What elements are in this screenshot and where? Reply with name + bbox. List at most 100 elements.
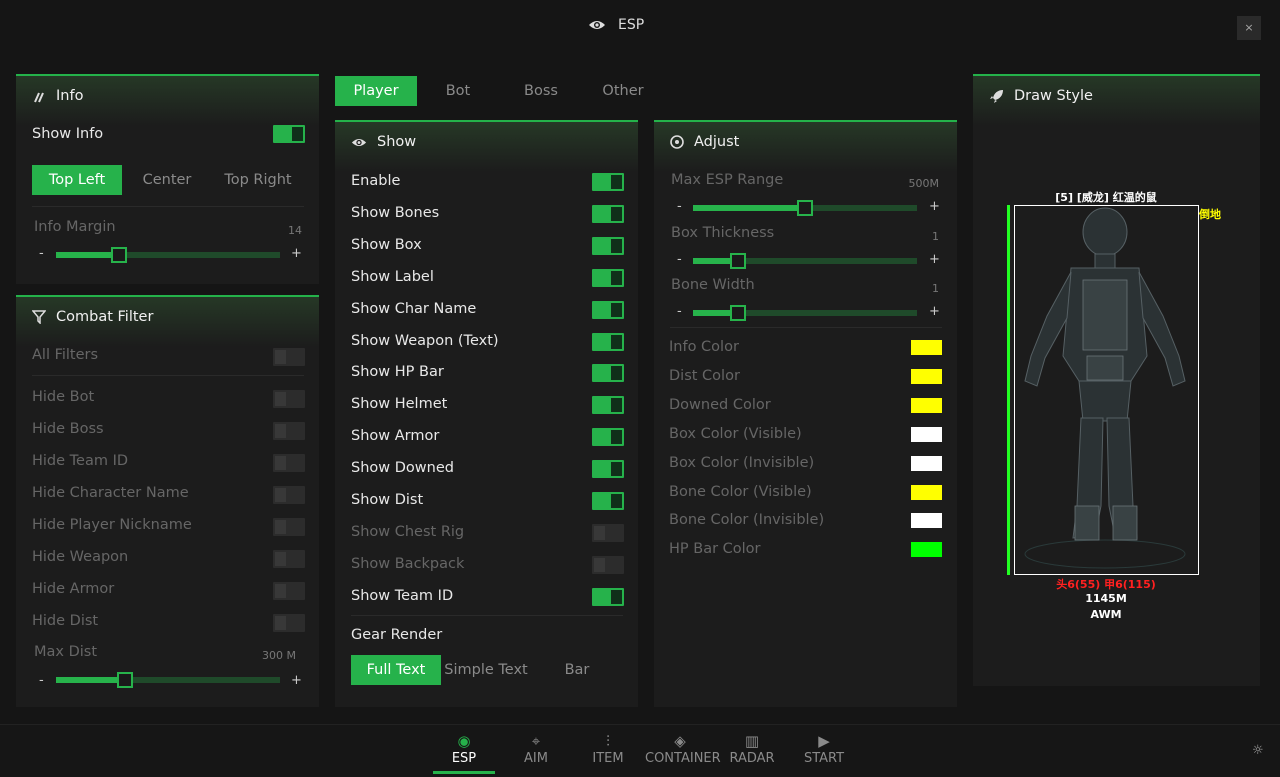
- show-bones-toggle[interactable]: [592, 204, 624, 223]
- nav-aim[interactable]: ⌖ AIM: [501, 731, 571, 766]
- show-team-id-toggle[interactable]: [592, 587, 624, 606]
- max-esp-range-slider[interactable]: [693, 200, 917, 216]
- minus-icon[interactable]: -: [39, 673, 44, 688]
- crosshair-icon: ⌖: [531, 732, 541, 750]
- show-backpack-toggle[interactable]: [592, 555, 624, 574]
- box-color-visible-label: Box Color (Visible): [669, 425, 802, 442]
- tab-bot[interactable]: Bot: [421, 76, 495, 106]
- plus-icon[interactable]: +: [291, 673, 302, 688]
- hide-character-name-toggle[interactable]: [273, 486, 305, 504]
- minus-icon[interactable]: -: [677, 304, 682, 319]
- hide-armor-toggle[interactable]: [273, 582, 305, 600]
- tab-top-right[interactable]: Top Right: [212, 165, 304, 195]
- slider-knob[interactable]: [117, 672, 134, 688]
- max-dist-value: 300 M: [262, 649, 296, 662]
- rocket-icon: [990, 89, 1003, 103]
- downed-color-swatch[interactable]: [911, 397, 942, 413]
- show-downed-toggle[interactable]: [592, 460, 624, 479]
- nav-esp[interactable]: ◉ ESP: [429, 731, 499, 766]
- bone-color-invisible-swatch[interactable]: [911, 513, 942, 529]
- slider-knob[interactable]: [729, 305, 746, 321]
- bone-color-visible-swatch[interactable]: [911, 484, 942, 500]
- show-char-name-label: Show Char Name: [351, 300, 477, 317]
- box-color-visible-swatch[interactable]: [911, 426, 942, 442]
- hide-team-id-toggle[interactable]: [273, 454, 305, 472]
- slider-knob[interactable]: [797, 200, 813, 216]
- show-box-toggle[interactable]: [592, 236, 624, 255]
- divider: [32, 375, 304, 376]
- plus-icon[interactable]: +: [929, 252, 940, 267]
- show-dist-toggle[interactable]: [592, 492, 624, 510]
- tab-center[interactable]: Center: [126, 165, 208, 195]
- tab-bar[interactable]: Bar: [543, 655, 611, 685]
- slider-knob[interactable]: [110, 247, 127, 263]
- nav-radar[interactable]: ▥ RADAR: [717, 731, 787, 766]
- close-button[interactable]: ×: [1237, 16, 1261, 40]
- box-thickness-value: 1: [932, 229, 939, 243]
- esp-gear-label: 头6(55) 甲6(115): [1056, 578, 1156, 591]
- slider-knob[interactable]: [729, 252, 746, 269]
- bottom-nav: ◉ ESP ⌖ AIM ⫶ ITEM ◈ CONTAINER ▥ RADAR ▶ START ☼: [0, 724, 1280, 777]
- draw-style-title: Draw Style: [1014, 88, 1093, 104]
- bone-width-slider[interactable]: [693, 305, 917, 321]
- minus-icon[interactable]: -: [677, 199, 682, 214]
- nav-label: ITEM: [592, 751, 624, 766]
- show-armor-toggle[interactable]: [592, 428, 624, 447]
- max-dist-slider[interactable]: [56, 672, 280, 688]
- nav-item[interactable]: ⫶ ITEM: [573, 731, 643, 766]
- minus-icon[interactable]: -: [677, 252, 682, 267]
- esp-name-label: [5] [威龙] 红温的鼠: [1055, 191, 1157, 204]
- filter-icon: [32, 310, 46, 324]
- plus-icon[interactable]: +: [291, 246, 302, 261]
- show-char-name-toggle[interactable]: [592, 300, 624, 319]
- nav-label: AIM: [524, 751, 548, 766]
- hide-bot-toggle[interactable]: [273, 390, 305, 408]
- brightness-icon[interactable]: ☼: [1252, 743, 1264, 758]
- divider: [351, 615, 623, 616]
- show-helmet-label: Show Helmet: [351, 396, 448, 413]
- plus-icon[interactable]: +: [929, 304, 940, 319]
- show-hp-bar-toggle[interactable]: [592, 364, 624, 383]
- tab-top-left[interactable]: Top Left: [32, 165, 122, 195]
- show-info-toggle[interactable]: [273, 125, 305, 143]
- max-esp-range-label: Max ESP Range: [671, 172, 784, 188]
- adjust-panel: Adjust Max ESP Range 500M - + Box Thickness 1…: [654, 120, 957, 707]
- show-panel: Show Enable Show Bones Show Box Show Label S…: [335, 120, 638, 707]
- nav-label: RADAR: [729, 751, 775, 766]
- esp-weapon-label: AWM: [1090, 608, 1122, 621]
- box-color-invisible-swatch[interactable]: [911, 455, 942, 471]
- slider-fill: [693, 205, 805, 211]
- tab-boss[interactable]: Boss: [504, 76, 578, 106]
- show-weapon-text-label: Show Weapon (Text): [351, 332, 499, 349]
- show-armor-label: Show Armor: [351, 428, 440, 445]
- hide-dist-toggle[interactable]: [273, 614, 305, 632]
- hide-weapon-toggle[interactable]: [273, 550, 305, 568]
- dist-color-swatch[interactable]: [911, 368, 942, 384]
- hp-bar-color-swatch[interactable]: [911, 542, 942, 558]
- info-margin-slider[interactable]: [56, 247, 280, 263]
- info-color-swatch[interactable]: [911, 340, 942, 355]
- tab-full-text[interactable]: Full Text: [351, 655, 441, 685]
- nav-label: CONTAINER: [645, 751, 721, 766]
- show-chest-rig-toggle[interactable]: [592, 523, 624, 542]
- tab-player[interactable]: Player: [335, 76, 417, 106]
- map-icon: ▥: [744, 732, 760, 750]
- adjust-panel-header: Adjust: [670, 134, 739, 150]
- plus-icon[interactable]: +: [929, 199, 940, 214]
- enable-toggle[interactable]: [592, 173, 624, 191]
- nav-container[interactable]: ◈ CONTAINER: [645, 731, 721, 766]
- tab-simple-text[interactable]: Simple Text: [441, 655, 531, 685]
- nav-start[interactable]: ▶ START: [789, 731, 859, 766]
- tab-other[interactable]: Other: [586, 76, 660, 106]
- esp-downed-label: 倒地: [1199, 208, 1221, 221]
- show-label-toggle[interactable]: [592, 268, 624, 287]
- show-weapon-text-toggle[interactable]: [592, 332, 624, 351]
- hide-boss-toggle[interactable]: [273, 422, 305, 440]
- bone-color-visible-label: Bone Color (Visible): [669, 483, 812, 500]
- adjust-panel-title: Adjust: [694, 134, 740, 150]
- minus-icon[interactable]: -: [39, 246, 44, 261]
- box-thickness-slider[interactable]: [693, 252, 917, 269]
- show-helmet-toggle[interactable]: [592, 396, 624, 415]
- all-filters-toggle[interactable]: [273, 348, 305, 366]
- hide-player-nickname-toggle[interactable]: [273, 518, 305, 536]
